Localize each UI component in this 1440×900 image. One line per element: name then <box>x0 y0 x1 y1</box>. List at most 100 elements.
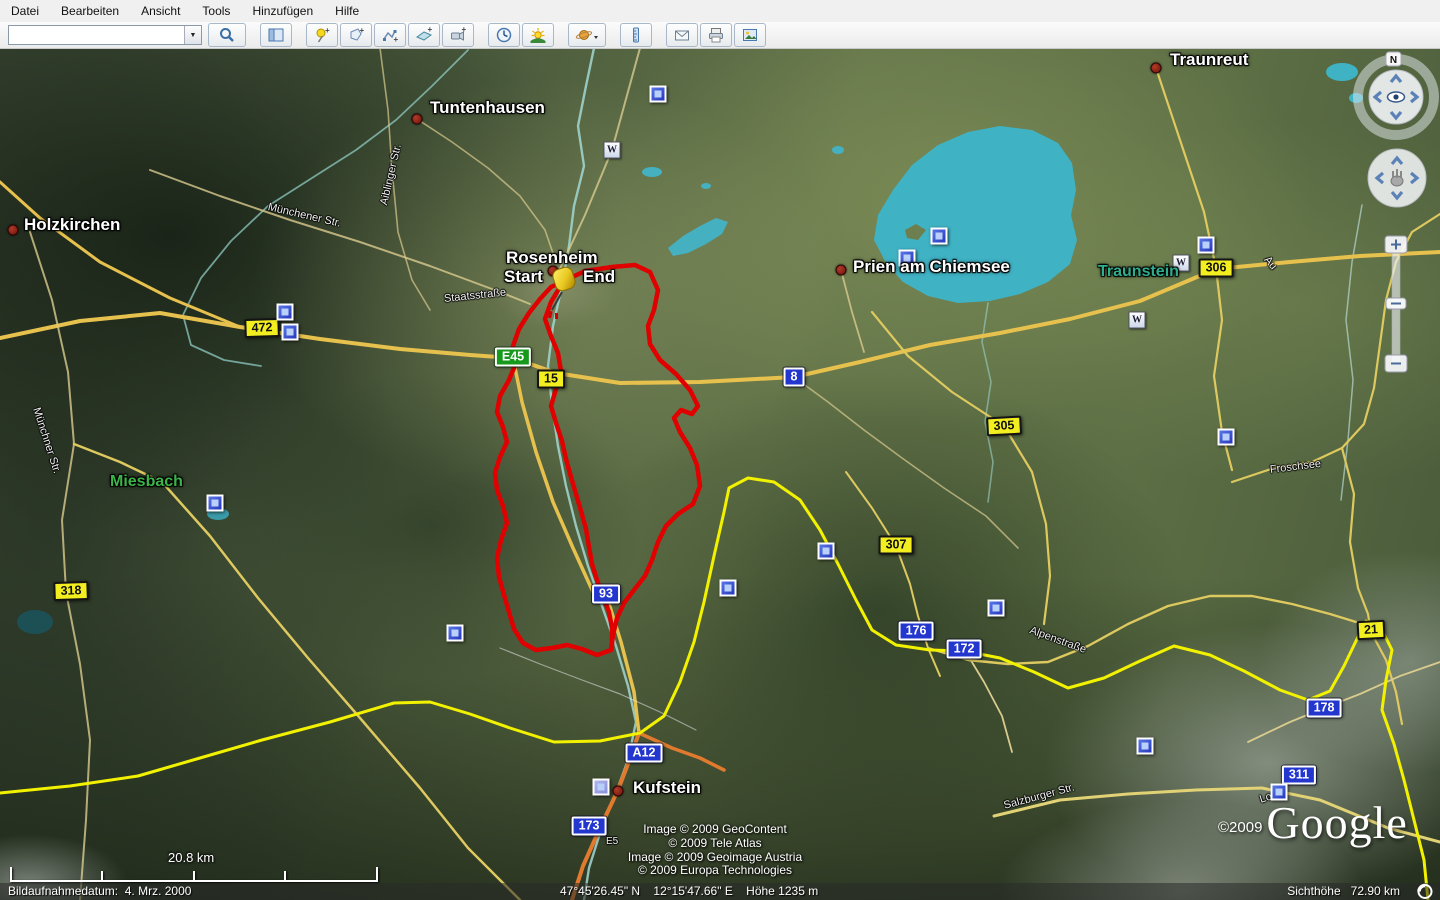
photo-marker[interactable] <box>650 86 667 103</box>
brand-copyright: ©2009 <box>1218 819 1262 836</box>
svg-text:+: + <box>394 35 399 44</box>
navigation-controls[interactable]: N <box>1348 48 1440 388</box>
menu-tools[interactable]: Tools <box>191 0 241 22</box>
b307-road <box>846 472 940 676</box>
scale-tick <box>193 871 195 880</box>
menu-hilfe[interactable]: Hilfe <box>324 0 370 22</box>
menu-datei[interactable]: Datei <box>0 0 50 22</box>
scale-tick <box>284 871 286 880</box>
add-image-overlay-button[interactable]: + <box>408 23 440 47</box>
copyright-line: © 2009 Tele Atlas <box>560 837 870 851</box>
road-badge-306: 306 <box>1199 259 1234 278</box>
photo-marker[interactable] <box>720 580 737 597</box>
lake <box>17 610 53 634</box>
road-badge-21: 21 <box>1357 620 1386 640</box>
b305-road <box>872 312 1050 624</box>
wikipedia-marker[interactable]: W <box>604 142 621 159</box>
road-badge-a12: A12 <box>626 744 663 763</box>
road-badge-8: 8 <box>784 368 805 387</box>
historical-imagery-button[interactable] <box>488 23 520 47</box>
menu-hinzuf-gen[interactable]: Hinzufügen <box>241 0 324 22</box>
add-path-button[interactable]: + <box>374 23 406 47</box>
search-combobox[interactable]: ▼ <box>8 25 202 45</box>
photo-marker[interactable] <box>277 304 294 321</box>
map-label-start[interactable]: Start <box>504 267 543 287</box>
kufstein-boundary <box>500 648 696 730</box>
road-badge-172: 172 <box>947 640 982 659</box>
sun-icon <box>529 26 547 44</box>
photo-marker[interactable] <box>1137 738 1154 755</box>
holzkirchen-road <box>0 182 240 327</box>
map-geometry-layer <box>0 48 1440 900</box>
place-dot-tuntenhausen <box>412 114 423 125</box>
save-image-button[interactable] <box>734 23 766 47</box>
print-button[interactable] <box>700 23 732 47</box>
photo-marker[interactable] <box>818 543 835 560</box>
add-placemark-button[interactable]: + <box>306 23 338 47</box>
placemark-pushpin[interactable] <box>540 262 584 322</box>
simssee <box>668 218 728 256</box>
road-badge-176: 176 <box>899 622 934 641</box>
photo-marker[interactable] <box>988 600 1005 617</box>
menu-ansicht[interactable]: Ansicht <box>130 0 191 22</box>
image-overlay-add-icon: + <box>415 26 433 44</box>
road-badge-318: 318 <box>53 581 89 601</box>
map-copyright: Image © 2009 GeoContent © 2009 Tele Atla… <box>560 823 870 878</box>
scale-tick <box>10 867 12 880</box>
scale-bar <box>10 866 378 882</box>
image-icon <box>741 26 759 44</box>
road-badge-305: 305 <box>986 416 1022 437</box>
pushpin-needle <box>552 292 562 310</box>
place-dot-prien-am-chiemsee <box>836 265 847 276</box>
lake <box>701 183 711 189</box>
ruler-button[interactable] <box>620 23 652 47</box>
eye-pupil-icon <box>1393 94 1398 99</box>
planets-button[interactable] <box>568 23 606 47</box>
place-dot-holzkirchen <box>8 225 19 236</box>
menu-bar: DateiBearbeitenAnsichtToolsHinzufügenHil… <box>0 0 1440 23</box>
north-label: N <box>1390 55 1397 66</box>
a93-road <box>513 358 639 733</box>
combo-dropdown-arrow-icon[interactable]: ▼ <box>184 26 201 44</box>
imagery-date: Bildaufnahmedatum: 4. Mrz. 2000 <box>8 884 191 898</box>
hand-icon <box>1391 169 1403 186</box>
menu-bearbeiten[interactable]: Bearbeiten <box>50 0 130 22</box>
map-view[interactable]: N 20.8 km <box>0 48 1440 900</box>
record-tour-button[interactable]: + <box>442 23 474 47</box>
photo-marker[interactable] <box>931 228 948 245</box>
photo-marker[interactable] <box>282 324 299 341</box>
google-earth-window: DateiBearbeitenAnsichtToolsHinzufügenHil… <box>0 0 1440 900</box>
road-badge-178: 178 <box>1307 699 1342 718</box>
kufstein-marker[interactable] <box>593 779 610 796</box>
ruler-icon <box>627 26 645 44</box>
sidebar-toggle-button[interactable] <box>260 23 292 47</box>
search-input[interactable] <box>9 26 184 44</box>
pushpin-head <box>551 265 577 292</box>
scale-tick <box>376 867 378 880</box>
mangfall-river <box>183 50 468 366</box>
copyright-line: Image © 2009 GeoContent <box>560 823 870 837</box>
scale-label: 20.8 km <box>168 850 214 865</box>
track-drip-mark <box>555 313 558 319</box>
svg-text:+: + <box>428 26 433 34</box>
sunlight-button[interactable] <box>522 23 554 47</box>
map-label-traunstein: Traunstein <box>1098 263 1179 281</box>
tuntenhausen-road <box>417 119 556 262</box>
add-polygon-button[interactable]: + <box>340 23 372 47</box>
map-label-end[interactable]: End <box>583 267 615 287</box>
photo-marker[interactable] <box>1218 429 1235 446</box>
streaming-globe-icon <box>1416 883 1434 900</box>
camcorder-add-icon: + <box>449 26 467 44</box>
email-button[interactable] <box>666 23 698 47</box>
lake <box>832 146 844 154</box>
photo-marker[interactable] <box>447 625 464 642</box>
road-badge-311: 311 <box>1282 766 1316 785</box>
photo-marker[interactable] <box>1198 237 1215 254</box>
photo-marker[interactable] <box>207 495 224 512</box>
road-badge-93: 93 <box>592 585 620 604</box>
wikipedia-marker[interactable]: W <box>1129 312 1146 329</box>
search-button[interactable] <box>208 23 246 47</box>
pointer-coordinates: 47°45'26.45" N 12°15'47.66" E Höhe 1235 … <box>560 884 818 898</box>
google-logo: Google <box>1266 800 1407 846</box>
status-bar: Bildaufnahmedatum: 4. Mrz. 2000 47°45'26… <box>0 883 1440 900</box>
